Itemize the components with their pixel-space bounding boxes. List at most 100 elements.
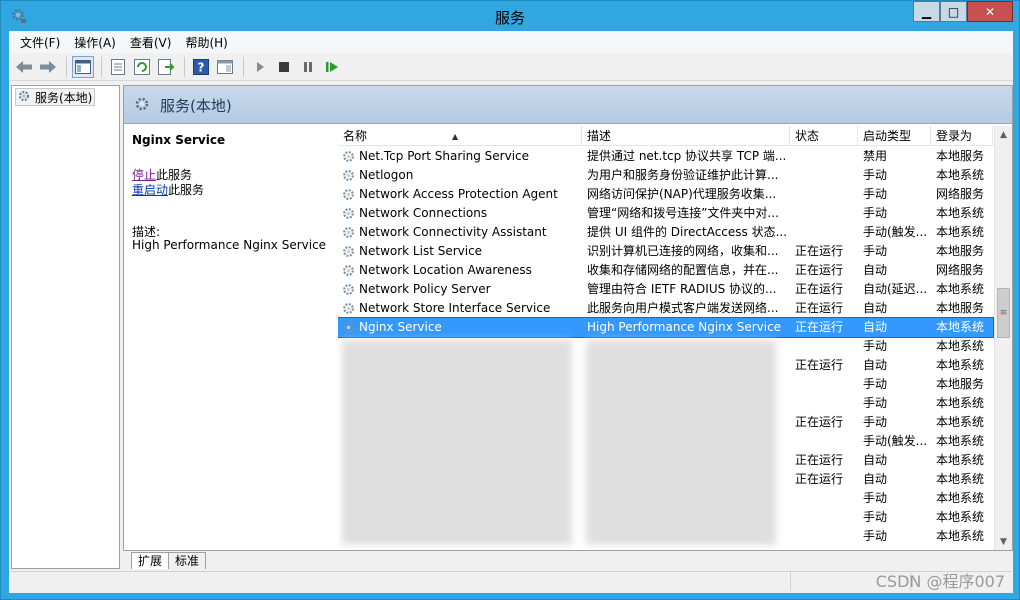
service-status-cell-text: 正在运行: [795, 358, 844, 372]
service-logon-cell: 本地系统: [931, 318, 993, 337]
service-status-cell: 正在运行: [790, 242, 858, 261]
refresh-button[interactable]: [131, 56, 153, 78]
restart-service-button[interactable]: [321, 56, 343, 78]
help-button[interactable]: ?: [190, 56, 212, 78]
table-row[interactable]: Network Policy Server 管理由符合 IETF RADIUS 协…: [338, 280, 993, 299]
service-status-cell: [790, 489, 858, 508]
scroll-down-icon[interactable]: ▼: [995, 533, 1012, 550]
service-logon-cell-text: 本地系统: [936, 358, 985, 372]
tree-item-services-local[interactable]: 服务(本地): [15, 88, 96, 106]
service-description-cell: 提供通过 net.tcp 协议共享 TCP 端...: [582, 147, 790, 166]
maximize-button[interactable]: □: [940, 1, 967, 22]
table-row[interactable]: Network Store Interface Service 此服务向用户模式客…: [338, 299, 993, 318]
description-text: High Performance Nginx Service: [132, 238, 327, 252]
service-status-cell: [790, 375, 858, 394]
menu-file[interactable]: 文件(F): [13, 34, 67, 51]
back-button[interactable]: [13, 56, 35, 78]
table-row[interactable]: Network Connectivity Assistant 提供 UI 组件的 …: [338, 223, 993, 242]
service-logon-cell: 本地服务: [931, 147, 993, 166]
table-row[interactable]: Network List Service 识别计算机已连接的网络，收集和... 正在…: [338, 242, 993, 261]
stop-service-button[interactable]: [273, 56, 295, 78]
sort-ascending-icon: ▲: [452, 132, 459, 141]
service-logon-cell: 本地服务: [931, 299, 993, 318]
table-row[interactable]: Net.Tcp Port Sharing Service 提供通过 net.tcp…: [338, 147, 993, 166]
service-logon-cell: 本地系统: [931, 394, 993, 413]
toolbar-separator: [184, 56, 185, 77]
scroll-up-icon[interactable]: ▲: [995, 126, 1012, 143]
menu-action[interactable]: 操作(A): [67, 34, 123, 51]
service-logon-cell-text: 网络服务: [936, 263, 985, 277]
service-status-cell-text: 正在运行: [795, 282, 844, 296]
service-logon-cell-text: 本地系统: [936, 510, 985, 524]
column-header-status[interactable]: 状态: [790, 126, 858, 146]
tree-item-label: 服务(本地): [35, 90, 93, 105]
service-description-cell: 识别计算机已连接的网络，收集和...: [582, 242, 790, 261]
stop-service-link[interactable]: 停止: [132, 168, 156, 182]
service-name-cell: Nginx Service: [338, 318, 582, 337]
watermark-text: CSDN @程序007: [875, 572, 1005, 591]
vertical-scrollbar[interactable]: ▲ ≡ ▼: [994, 126, 1012, 550]
service-status-cell: 正在运行: [790, 261, 858, 280]
restart-action: 重启动此服务: [132, 181, 204, 198]
svg-text:?: ?: [198, 60, 205, 74]
menu-bar: 文件(F) 操作(A) 查看(V) 帮助(H): [9, 31, 1013, 53]
table-row[interactable]: Network Location Awareness 收集和存储网络的配置信息，并…: [338, 261, 993, 280]
table-row[interactable]: Nginx Service High Performance Nginx Serv…: [338, 317, 994, 338]
service-description-cell: 网络访问保护(NAP)代理服务收集...: [582, 185, 790, 204]
pause-service-icon: [304, 61, 312, 72]
tab-standard[interactable]: 标准: [168, 552, 207, 569]
service-name-cell: Network Policy Server: [338, 280, 582, 299]
column-header-log-on-as[interactable]: 登录为: [931, 126, 993, 146]
service-description-cell: 提供 UI 组件的 DirectAccess 状态...: [582, 223, 790, 242]
service-gear-icon: [343, 207, 354, 219]
tab-extended[interactable]: 扩展: [131, 552, 170, 569]
column-header-name[interactable]: 名称 ▲: [338, 126, 582, 146]
service-status-cell: 正在运行: [790, 280, 858, 299]
stop-service-icon: [279, 61, 289, 72]
service-status-cell: 正在运行: [790, 318, 858, 337]
export-list-button[interactable]: [155, 56, 177, 78]
service-logon-cell: 本地系统: [931, 527, 993, 546]
menu-help[interactable]: 帮助(H): [178, 34, 234, 51]
column-header-startup-type[interactable]: 启动类型: [858, 126, 931, 146]
service-description-cell-text: 此服务向用户模式客户端发送网络...: [587, 301, 779, 315]
close-button[interactable]: ✕: [967, 1, 1013, 22]
forward-button[interactable]: [37, 56, 59, 78]
table-row[interactable]: Network Connections 管理“网络和拨号连接”文件夹中对... 手动…: [338, 204, 993, 223]
service-startup-cell: 自动: [858, 299, 931, 318]
toolbar-separator: [101, 56, 102, 77]
service-logon-cell: 本地系统: [931, 223, 993, 242]
window-title: 服务: [494, 9, 525, 27]
service-logon-cell-text: 网络服务: [936, 187, 985, 201]
service-startup-cell: 自动: [858, 451, 931, 470]
restart-service-link[interactable]: 重启动: [132, 183, 168, 197]
service-startup-cell: 自动: [858, 356, 931, 375]
service-startup-cell-text: 手动: [863, 396, 888, 410]
service-status-cell: [790, 432, 858, 451]
properties-button[interactable]: [107, 56, 129, 78]
service-description-cell: 收集和存储网络的配置信息，并在...: [582, 261, 790, 280]
service-gear-icon: [343, 264, 354, 276]
table-row[interactable]: Netlogon 为用户和服务身份验证维护此计算... 手动 本地系统: [338, 166, 993, 185]
show-pane-icon: [217, 59, 233, 74]
console-tree-button[interactable]: [72, 55, 94, 78]
service-startup-cell-text: 手动: [863, 491, 888, 505]
service-name-cell-text: Network List Service: [359, 244, 483, 258]
service-name-cell: Network Access Protection Agent: [338, 185, 582, 204]
title-bar[interactable]: 服务 ▁ □ ✕: [1, 1, 1019, 31]
pause-service-button[interactable]: [297, 56, 319, 78]
scrollbar-thumb[interactable]: ≡: [997, 288, 1010, 338]
column-header-label: 名称: [343, 129, 368, 143]
start-service-button[interactable]: [249, 56, 271, 78]
show-pane-button[interactable]: [214, 56, 236, 78]
service-logon-cell: 本地系统: [931, 489, 993, 508]
service-startup-cell-text: 手动: [863, 206, 888, 220]
service-logon-cell: 本地系统: [931, 413, 993, 432]
redacted-area: [342, 340, 572, 545]
minimize-button[interactable]: ▁: [913, 1, 940, 22]
pane-header: 服务(本地): [124, 86, 1012, 124]
table-row[interactable]: Network Access Protection Agent 网络访问保护(NA…: [338, 185, 993, 204]
column-header-description[interactable]: 描述: [582, 126, 790, 146]
menu-view[interactable]: 查看(V): [123, 34, 179, 51]
service-status-cell: 正在运行: [790, 356, 858, 375]
